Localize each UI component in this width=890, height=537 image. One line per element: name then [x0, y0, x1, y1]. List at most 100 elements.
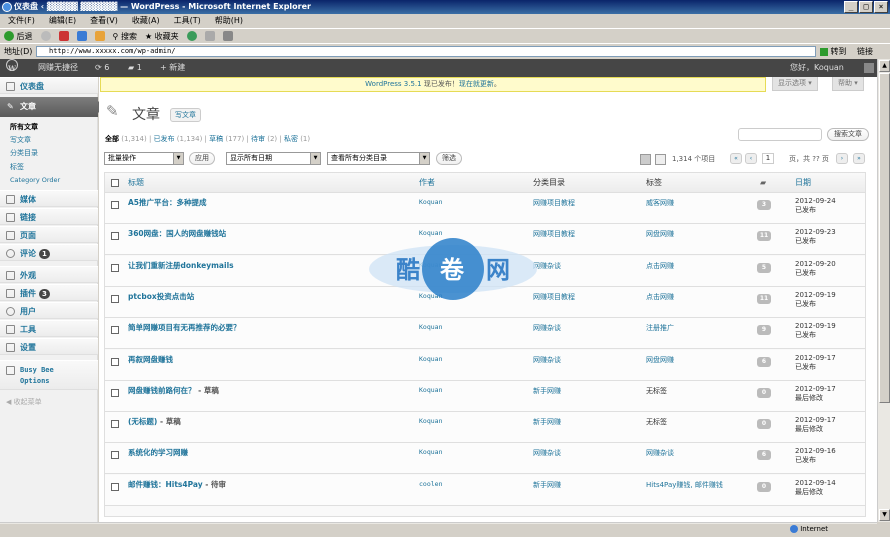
submenu-add-new[interactable]: 写文章	[10, 135, 31, 145]
submenu-category-order[interactable]: Category Order	[10, 176, 60, 184]
header-date[interactable]: 日期	[795, 173, 811, 193]
filter-button[interactable]: 筛选	[436, 152, 462, 165]
search-posts-button[interactable]: 搜索文章	[827, 128, 869, 141]
select-all-checkbox[interactable]	[111, 179, 119, 187]
post-tags[interactable]: 网盘网赚	[646, 229, 674, 239]
post-title-link[interactable]: 网盘赚钱前路何在？ - 草稿	[128, 385, 219, 396]
post-title-link[interactable]: 简单网赚项目有无再推荐的必要？	[128, 322, 241, 333]
comment-count-badge[interactable]: 6	[757, 356, 771, 367]
menu-tools[interactable]: 工具(T)	[174, 14, 201, 28]
comment-count-badge[interactable]: 3	[757, 200, 771, 210]
scroll-down-icon[interactable]: ▼	[879, 509, 890, 521]
add-new-post-button[interactable]: 写文章	[170, 108, 201, 122]
favorites-button[interactable]: ★ 收藏夹	[145, 31, 179, 42]
post-tags[interactable]: 点击网赚	[646, 261, 674, 271]
vertical-scrollbar[interactable]: ▲ ▼	[877, 59, 890, 522]
comment-count-badge[interactable]: 5	[757, 262, 771, 273]
menu-view[interactable]: 查看(V)	[90, 14, 118, 28]
post-author-link[interactable]: Koquan	[419, 323, 442, 331]
comment-count-badge[interactable]: 11	[757, 231, 771, 242]
post-title-link[interactable]: 让我们重新注册donkeymails	[128, 260, 234, 271]
mail-icon[interactable]	[204, 31, 215, 41]
filter-draft[interactable]: 草稿	[209, 135, 223, 143]
post-tags[interactable]: 网盘网赚	[646, 355, 674, 365]
post-author-link[interactable]: Koquan	[419, 355, 442, 363]
post-tags[interactable]: 注册推广	[646, 323, 674, 333]
sidebar-item-appearance[interactable]: 外观	[0, 266, 98, 283]
post-tags[interactable]: 点击网赚	[646, 292, 674, 302]
updates-link[interactable]: ⟳ 6	[95, 59, 109, 77]
sidebar-item-tools[interactable]: 工具	[0, 320, 98, 337]
history-icon[interactable]	[186, 31, 197, 41]
filter-published[interactable]: 已发布	[154, 135, 175, 143]
next-page-button[interactable]: ›	[836, 153, 848, 164]
menu-file[interactable]: 文件(F)	[8, 14, 35, 28]
list-view-icon[interactable]	[640, 154, 651, 165]
search-button[interactable]: ⚲ 搜索	[113, 31, 137, 42]
apply-button[interactable]: 应用	[189, 152, 215, 165]
last-page-button[interactable]: »	[853, 153, 865, 164]
scroll-up-icon[interactable]: ▲	[879, 60, 890, 72]
menu-edit[interactable]: 编辑(E)	[49, 14, 76, 28]
row-checkbox[interactable]	[111, 326, 119, 335]
menu-favorites[interactable]: 收藏(A)	[132, 14, 160, 28]
comment-count-badge[interactable]: 11	[757, 293, 771, 304]
sidebar-item-dashboard[interactable]: 仪表盘	[0, 77, 98, 94]
current-page-input[interactable]: 1	[762, 153, 774, 164]
row-checkbox[interactable]	[111, 451, 119, 460]
address-input[interactable]: http://www.xxxxx.com/wp-admin/	[36, 46, 816, 57]
sidebar-item-busy-bee[interactable]: Busy Bee Options	[0, 360, 98, 390]
row-checkbox[interactable]	[111, 232, 119, 241]
row-checkbox[interactable]	[111, 201, 119, 209]
scroll-thumb[interactable]	[879, 73, 890, 403]
row-checkbox[interactable]	[111, 420, 119, 429]
forward-icon[interactable]	[40, 31, 51, 41]
sidebar-item-links[interactable]: 链接	[0, 208, 98, 225]
post-author-link[interactable]: Koquan	[419, 448, 442, 456]
filter-all[interactable]: 全部	[105, 135, 119, 143]
collapse-menu-button[interactable]: ◀ 收起菜单	[6, 397, 42, 407]
sidebar-item-plugins[interactable]: 插件 3	[0, 284, 98, 301]
post-author-link[interactable]: Koquan	[419, 198, 442, 206]
minimize-button[interactable]: _	[844, 1, 858, 13]
post-tags[interactable]: Hits4Pay赚钱, 邮件赚钱	[646, 480, 723, 490]
prev-page-button[interactable]: ‹	[745, 153, 757, 164]
post-title-link[interactable]: 再叙网盘赚钱	[128, 354, 173, 365]
post-title-link[interactable]: (无标题) - 草稿	[128, 416, 181, 427]
filter-pending[interactable]: 待审	[251, 135, 265, 143]
submenu-all-posts[interactable]: 所有文章	[10, 122, 38, 132]
post-tags[interactable]: 威客网赚	[646, 198, 674, 208]
post-category-link[interactable]: 网赚杂谈	[533, 355, 561, 365]
post-author-link[interactable]: coolen	[419, 480, 442, 488]
post-category-link[interactable]: 网赚项目教程	[533, 292, 575, 302]
header-title[interactable]: 标题	[128, 173, 144, 193]
close-button[interactable]: ×	[874, 1, 888, 13]
site-name-link[interactable]: 网赚无捷径	[38, 59, 78, 77]
menu-help[interactable]: 帮助(H)	[215, 14, 243, 28]
row-checkbox[interactable]	[111, 357, 119, 366]
post-category-link[interactable]: 新手网赚	[533, 480, 561, 490]
search-posts-input[interactable]	[738, 128, 822, 141]
submenu-tags[interactable]: 标签	[10, 162, 24, 172]
go-button[interactable]: 转到	[820, 46, 847, 57]
wordpress-logo-icon[interactable]: W	[6, 59, 18, 73]
post-category-link[interactable]: 新手网赚	[533, 386, 561, 396]
row-checkbox[interactable]	[111, 482, 119, 491]
post-category-link[interactable]: 网赚项目教程	[533, 229, 575, 239]
row-checkbox[interactable]	[111, 263, 119, 272]
links-button[interactable]: 链接	[857, 46, 873, 57]
row-checkbox[interactable]	[111, 294, 119, 303]
avatar[interactable]	[864, 63, 874, 73]
stop-icon[interactable]	[58, 31, 69, 41]
post-category-link[interactable]: 网赚杂谈	[533, 323, 561, 333]
comment-count-badge[interactable]: 0	[757, 481, 771, 492]
sidebar-item-settings[interactable]: 设置	[0, 338, 98, 355]
post-author-link[interactable]: Koquan	[419, 386, 442, 394]
sidebar-item-posts[interactable]: ✎ 文章	[0, 97, 104, 117]
post-title-link[interactable]: A5推广平台：多种提成	[128, 197, 207, 208]
post-title-link[interactable]: ptcbox投资点击站	[128, 291, 194, 302]
post-tags[interactable]: 网赚杂谈	[646, 448, 674, 458]
row-checkbox[interactable]	[111, 388, 119, 397]
post-category-link[interactable]: 网赚项目教程	[533, 198, 575, 208]
update-now-link[interactable]: 现在就更新	[459, 80, 494, 88]
